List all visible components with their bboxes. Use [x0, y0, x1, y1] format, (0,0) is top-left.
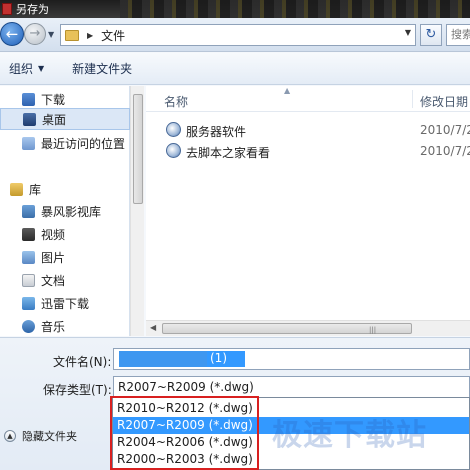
refresh-button[interactable]: ↻: [420, 24, 442, 46]
scrollbar-thumb[interactable]: |||: [162, 323, 412, 334]
sidebar-item-label: 图片: [41, 250, 66, 265]
file-row[interactable]: 去脚本之家看看 2010/7/2: [146, 141, 470, 161]
sidebar-item-videos[interactable]: 视频: [0, 223, 130, 245]
column-divider[interactable]: [412, 90, 413, 108]
library-icon: [10, 182, 23, 196]
title-bar-background: [120, 0, 470, 18]
new-folder-button[interactable]: 新建文件夹: [72, 60, 132, 77]
folder-icon: [65, 29, 79, 41]
save-type-label: 保存类型(T):: [43, 383, 112, 397]
app-icon: [2, 3, 12, 15]
sidebar-item-music[interactable]: 音乐: [0, 315, 130, 337]
save-type-value: R2007~R2009 (*.dwg): [118, 380, 254, 394]
sidebar-item-label: 音乐: [41, 319, 66, 334]
sidebar-item-label: 视频: [41, 227, 66, 242]
video-library-icon: [22, 204, 35, 218]
column-header-row: ▲ 名称 修改日期: [146, 86, 470, 112]
search-input[interactable]: 搜索: [446, 24, 470, 46]
sidebar-item-label: 迅雷下载: [41, 296, 90, 311]
sort-arrow-icon: ▲: [284, 86, 291, 95]
sidebar-item-video-library[interactable]: 暴风影视库: [0, 200, 130, 222]
music-icon: [22, 319, 35, 333]
file-date: 2010/7/2: [420, 144, 470, 158]
filename-label: 文件名(N):: [53, 355, 112, 369]
file-name: 服务器软件: [186, 125, 247, 139]
chevron-down-icon[interactable]: ▼: [38, 64, 44, 73]
address-bar[interactable]: ▶ 文件 ▼: [60, 24, 416, 46]
shortcut-icon: [166, 143, 181, 158]
sidebar-item-label: 最近访问的位置: [41, 136, 126, 151]
file-date: 2010/7/2: [420, 123, 470, 137]
column-header-name[interactable]: 名称: [164, 93, 188, 110]
shortcut-icon: [166, 122, 181, 137]
navigation-pane: 下载 桌面 最近访问的位置 库 暴风影视库 视频 图片 文档 迅雷下载 音乐: [0, 86, 130, 336]
chevron-down-icon: ▼: [48, 30, 55, 39]
filename-obscured-region: [119, 351, 207, 367]
breadcrumb-current-folder[interactable]: 文件: [101, 27, 125, 44]
forward-button[interactable]: →: [24, 23, 46, 45]
command-bar: 组织 ▼ 新建文件夹: [0, 53, 470, 85]
chevron-down-icon[interactable]: ▼: [405, 28, 411, 37]
sidebar-item-label: 库: [29, 182, 42, 197]
sidebar-item-label: 桌面: [42, 112, 67, 127]
title-bar: 另存为: [0, 0, 470, 18]
sidebar-item-pictures[interactable]: 图片: [0, 246, 130, 268]
file-row[interactable]: 服务器软件 2010/7/2: [146, 120, 470, 140]
xunlei-download-icon: [22, 296, 35, 310]
recent-places-icon: [22, 136, 35, 150]
sidebar-item-xunlei-downloads[interactable]: 迅雷下载: [0, 292, 130, 314]
sidebar-item-label: 文档: [41, 273, 66, 288]
arrow-right-icon: →: [29, 26, 41, 41]
desktop-icon: [23, 112, 36, 126]
chevron-right-icon[interactable]: ▶: [87, 31, 93, 40]
save-type-select[interactable]: R2007~R2009 (*.dwg): [113, 376, 470, 398]
filename-value: (1): [210, 351, 227, 365]
download-folder-icon: [22, 92, 35, 106]
window-title: 另存为: [16, 3, 49, 16]
watermark: 极速下载站: [272, 418, 427, 453]
horizontal-scrollbar[interactable]: ◀ |||: [146, 320, 470, 336]
filename-input[interactable]: (1): [113, 348, 470, 370]
sidebar-item-desktop[interactable]: 桌面: [0, 108, 130, 130]
back-button[interactable]: ←: [0, 22, 24, 46]
sidebar-item-label: 暴风影视库: [41, 204, 102, 219]
video-icon: [22, 227, 35, 241]
arrow-left-icon: ←: [5, 25, 19, 43]
scroll-left-icon[interactable]: ◀: [150, 323, 156, 332]
chevron-up-icon: ▲: [4, 430, 16, 442]
column-header-date-modified[interactable]: 修改日期: [420, 93, 468, 110]
history-dropdown-button[interactable]: ▼: [48, 30, 54, 39]
sidebar-item-downloads[interactable]: 下载: [0, 88, 130, 110]
sidebar-scrollbar[interactable]: [130, 86, 144, 336]
sidebar-item-documents[interactable]: 文档: [0, 269, 130, 291]
scrollbar-thumb[interactable]: [133, 94, 143, 204]
sidebar-item-libraries[interactable]: 库: [0, 178, 130, 200]
sidebar-item-recent-places[interactable]: 最近访问的位置: [0, 132, 130, 154]
hide-folders-label: 隐藏文件夹: [22, 430, 77, 443]
refresh-icon: ↻: [425, 27, 437, 42]
organize-button[interactable]: 组织: [9, 60, 33, 77]
file-name: 去脚本之家看看: [186, 146, 271, 160]
address-row: ← → ▼ ▶ 文件 ▼ ↻ 搜索: [0, 18, 470, 52]
grip-icon: |||: [369, 326, 377, 334]
documents-icon: [22, 273, 35, 287]
hide-folders-button[interactable]: ▲ 隐藏文件夹: [4, 428, 77, 444]
sidebar-item-label: 下载: [41, 92, 66, 107]
file-list: ▲ 名称 修改日期 服务器软件 2010/7/2 去脚本之家看看 2010/7/…: [146, 86, 470, 336]
pictures-icon: [22, 250, 35, 264]
